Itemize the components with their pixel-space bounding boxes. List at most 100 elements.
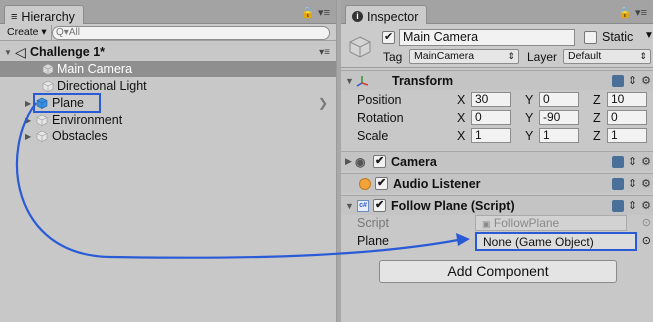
- panel-menu-icon[interactable]: 🔒 ▾≡: [301, 6, 330, 19]
- component-tools: ⇕ ⚙: [611, 199, 651, 212]
- static-checkbox[interactable]: [584, 31, 597, 44]
- audio-listener-title: Audio Listener: [393, 176, 481, 191]
- gameobject-icon: [42, 63, 54, 75]
- tag-dropdown[interactable]: MainCamera ⇕: [409, 49, 519, 64]
- settings-gear-icon[interactable]: ⚙: [641, 155, 651, 168]
- help-icon[interactable]: [611, 177, 624, 190]
- gameobject-icon: [36, 114, 48, 126]
- position-y-field[interactable]: 0: [539, 92, 579, 107]
- camera-component-header[interactable]: ▶ ◉ Camera ⇕⚙: [341, 151, 653, 171]
- preset-icon[interactable]: ⇕: [628, 177, 637, 190]
- hierarchy-panel: ≡ Hierarchy 🔒 ▾≡ Create ▾ Q▾All ▼ ◁ Chal…: [0, 0, 337, 322]
- script-field: ▣ FollowPlane: [475, 215, 627, 231]
- help-icon[interactable]: [611, 74, 624, 87]
- follow-plane-title: Follow Plane (Script): [391, 198, 515, 213]
- chevron-right-icon[interactable]: ❯: [318, 96, 328, 110]
- list-icon: ≡: [11, 10, 18, 23]
- settings-gear-icon[interactable]: ⚙: [641, 199, 651, 212]
- script-file-icon: ▣: [482, 219, 491, 229]
- scale-y-field[interactable]: 1: [539, 128, 579, 143]
- object-name-field[interactable]: Main Camera: [399, 29, 575, 46]
- audio-listener-component-header[interactable]: Audio Listener ⇕⚙: [341, 173, 653, 193]
- search-icon: Q▾: [56, 27, 69, 38]
- hierarchy-tab[interactable]: ≡ Hierarchy: [4, 5, 84, 25]
- component-tools: ⇕ ⚙: [611, 155, 651, 168]
- scene-name: Challenge 1*: [30, 45, 106, 59]
- script-icon: c#: [357, 199, 369, 212]
- scene-menu-icon[interactable]: ▾≡: [319, 47, 330, 58]
- scale-row: Scale X1 Y1 Z1: [341, 127, 653, 145]
- inspector-tab-label: Inspector: [367, 9, 419, 24]
- hierarchy-item-main-camera[interactable]: Main Camera: [0, 61, 336, 77]
- panel-menu-icon[interactable]: 🔒 ▾≡: [618, 6, 647, 19]
- audio-listener-enabled-checkbox[interactable]: [375, 176, 388, 190]
- expand-arrow-icon[interactable]: ▶: [25, 99, 31, 108]
- inspector-header: Main Camera Static ▼ Tag MainCamera⇕ Lay…: [341, 24, 653, 68]
- hierarchy-item-obstacles[interactable]: ▶ Obstacles: [0, 128, 336, 144]
- plane-object-field[interactable]: None (Game Object): [475, 232, 637, 251]
- inspector-tabbar: i Inspector 🔒 ▾≡: [341, 0, 653, 25]
- create-button[interactable]: Create ▾: [3, 25, 52, 40]
- preset-icon[interactable]: ⇕: [628, 74, 637, 87]
- rotation-z-field[interactable]: 0: [607, 110, 647, 125]
- hierarchy-item-environment[interactable]: ▶ Environment: [0, 112, 336, 128]
- fold-arrow-icon[interactable]: ▼: [345, 76, 354, 86]
- preset-icon[interactable]: ⇕: [628, 199, 637, 212]
- transform-title: Transform: [392, 73, 454, 88]
- hierarchy-tabbar: ≡ Hierarchy 🔒 ▾≡: [0, 0, 336, 25]
- inspector-panel: i Inspector 🔒 ▾≡ Main Camera Static ▼ Ta…: [341, 0, 653, 322]
- position-z-field[interactable]: 10: [607, 92, 647, 107]
- scale-x-field[interactable]: 1: [471, 128, 511, 143]
- script-row: Script ▣ FollowPlane ⊙: [357, 215, 651, 231]
- tag-label: Tag: [383, 50, 403, 64]
- object-picker-icon: ⊙: [641, 217, 651, 229]
- hierarchy-item-directional-light[interactable]: Directional Light: [0, 78, 336, 94]
- scene-row[interactable]: ▼ ◁ Challenge 1* ▾≡: [0, 44, 336, 60]
- position-x-field[interactable]: 30: [471, 92, 511, 107]
- gameobject-icon: [42, 80, 54, 92]
- follow-plane-enabled-checkbox[interactable]: [373, 198, 386, 212]
- preset-icon[interactable]: ⇕: [628, 155, 637, 168]
- static-dropdown-icon[interactable]: ▼: [644, 30, 653, 41]
- object-picker-icon[interactable]: ⊙: [642, 234, 651, 247]
- info-icon: i: [352, 11, 363, 22]
- gameobject-large-icon: [349, 36, 371, 58]
- gameobject-icon: [36, 130, 48, 142]
- settings-gear-icon[interactable]: ⚙: [641, 177, 651, 190]
- layer-label: Layer: [527, 50, 558, 64]
- active-checkbox[interactable]: [382, 30, 395, 44]
- position-row: Position X 30 Y0 Z 10: [341, 91, 653, 109]
- static-label: Static: [602, 30, 634, 44]
- fold-arrow-icon[interactable]: ▶: [345, 156, 352, 167]
- camera-icon: ◉: [355, 154, 366, 169]
- fold-arrow-icon[interactable]: ▼: [345, 201, 354, 211]
- hierarchy-item-plane[interactable]: ▶ Plane ❯: [0, 95, 336, 111]
- search-input[interactable]: Q▾All: [52, 26, 330, 40]
- expand-arrow-icon[interactable]: ▼: [4, 48, 12, 57]
- settings-gear-icon[interactable]: ⚙: [641, 74, 651, 87]
- rotation-row: Rotation X0 Y -90 Z0: [341, 109, 653, 127]
- layer-dropdown[interactable]: Default ⇕: [563, 49, 651, 64]
- camera-title: Camera: [391, 154, 437, 169]
- scale-z-field[interactable]: 1: [607, 128, 647, 143]
- expand-arrow-icon[interactable]: ▶: [25, 116, 31, 125]
- camera-enabled-checkbox[interactable]: [373, 154, 386, 168]
- prefab-icon: [36, 97, 48, 109]
- rotation-x-field[interactable]: 0: [471, 110, 511, 125]
- component-tools: ⇕ ⚙: [611, 74, 651, 87]
- plane-row: Plane None (Game Object) ⊙: [357, 232, 651, 251]
- inspector-tab[interactable]: i Inspector: [345, 5, 428, 25]
- expand-arrow-icon[interactable]: ▶: [25, 132, 31, 141]
- transform-component-header[interactable]: ▼ Transform ⇕ ⚙: [341, 70, 653, 90]
- follow-plane-component-header[interactable]: ▼ c# Follow Plane (Script) ⇕⚙: [341, 195, 653, 215]
- audio-listener-icon: [359, 177, 371, 190]
- transform-icon: [356, 76, 369, 87]
- help-icon[interactable]: [611, 199, 624, 212]
- help-icon[interactable]: [611, 155, 624, 168]
- unity-scene-icon: ◁: [15, 43, 26, 60]
- hierarchy-tab-label: Hierarchy: [21, 9, 75, 24]
- hierarchy-toolbar: Create ▾ Q▾All: [0, 24, 336, 41]
- add-component-button[interactable]: Add Component: [379, 260, 617, 283]
- component-tools: ⇕ ⚙: [611, 177, 651, 190]
- rotation-y-field[interactable]: -90: [539, 110, 579, 125]
